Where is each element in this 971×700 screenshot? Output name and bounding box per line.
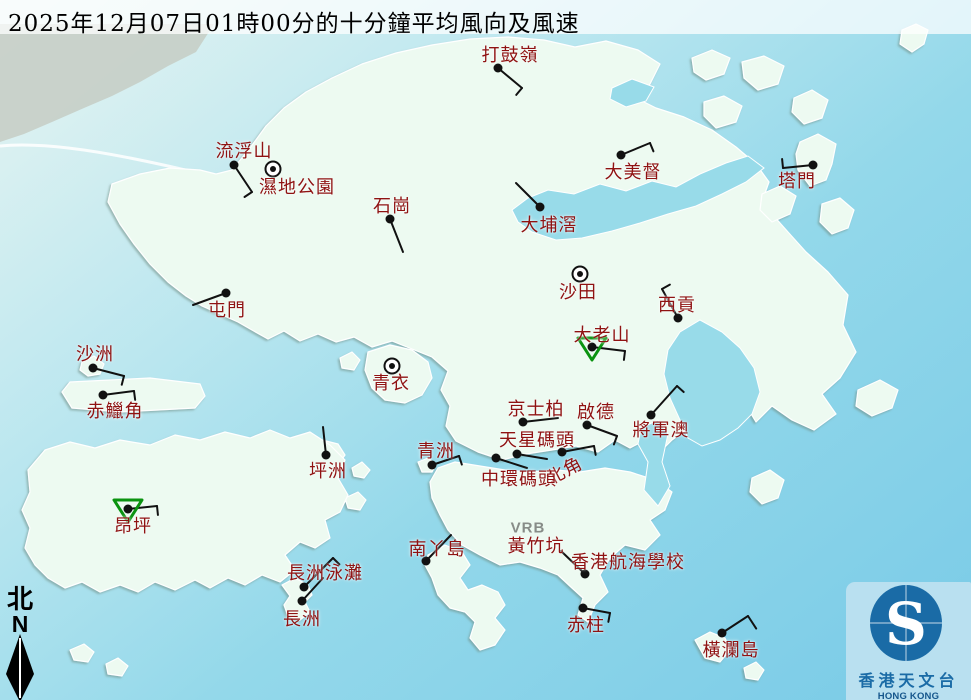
station-dot-icon: [124, 505, 133, 514]
station-dot-icon: [492, 454, 501, 463]
station-dot-icon: [718, 629, 727, 638]
map-title: 2025年12月07日01時00分的十分鐘平均風向及風速: [8, 4, 580, 38]
station-dot-icon: [513, 450, 522, 459]
station-dot-icon: [647, 411, 656, 420]
station-dot-icon: [494, 64, 503, 73]
station-dot-icon: [222, 289, 231, 298]
logo-english-name: HONG KONG OBSERVATORY: [846, 691, 971, 700]
station-dot-icon: [583, 421, 592, 430]
station-dot-icon: [588, 343, 597, 352]
compass-north: 北 N: [3, 586, 37, 700]
hko-logo: S 香港天文台 HONG KONG OBSERVATORY: [846, 582, 971, 700]
station-dot-icon: [386, 215, 395, 224]
station-dot-icon: [581, 570, 590, 579]
station-dot-icon: [99, 391, 108, 400]
wind-barb-feather: [782, 159, 783, 168]
north-arrow-icon: [5, 634, 35, 700]
svg-text:S: S: [885, 590, 927, 658]
station-marker: [266, 162, 281, 177]
calm-dot-icon: [389, 363, 395, 369]
wind-barb-feather: [624, 351, 625, 360]
station-dot-icon: [89, 364, 98, 373]
calm-dot-icon: [577, 271, 583, 277]
station-dot-icon: [674, 314, 683, 323]
station-dot-icon: [809, 161, 818, 170]
compass-letter: N: [3, 614, 37, 634]
wind-barb-feather: [134, 391, 135, 400]
hko-emblem-icon: S: [846, 582, 971, 662]
station-dot-icon: [617, 151, 626, 160]
station-dot-icon: [558, 448, 567, 457]
station-dot-icon: [422, 557, 431, 566]
compass-chinese-label: 北: [3, 586, 37, 614]
station-dot-icon: [298, 597, 307, 606]
station-dot-icon: [322, 451, 331, 460]
airport-island: [62, 378, 205, 412]
station-dot-icon: [579, 604, 588, 613]
wind-barb-feather: [157, 506, 158, 515]
station-marker: [385, 359, 400, 374]
station-dot-icon: [230, 161, 239, 170]
logo-chinese-name: 香港天文台: [846, 667, 971, 691]
hong-kong-map: [0, 0, 971, 700]
station-dot-icon: [300, 583, 309, 592]
station-dot-icon: [536, 203, 545, 212]
station-dot-icon: [428, 461, 437, 470]
wind-map: 打鼓嶺流浮山濕地公園石崗大美督塔門大埔滘沙田西貢大老山屯門沙洲赤鱲角青衣京士柏啟…: [0, 0, 971, 700]
station-dot-icon: [519, 418, 528, 427]
calm-dot-icon: [270, 166, 276, 172]
station-marker: [573, 267, 588, 282]
